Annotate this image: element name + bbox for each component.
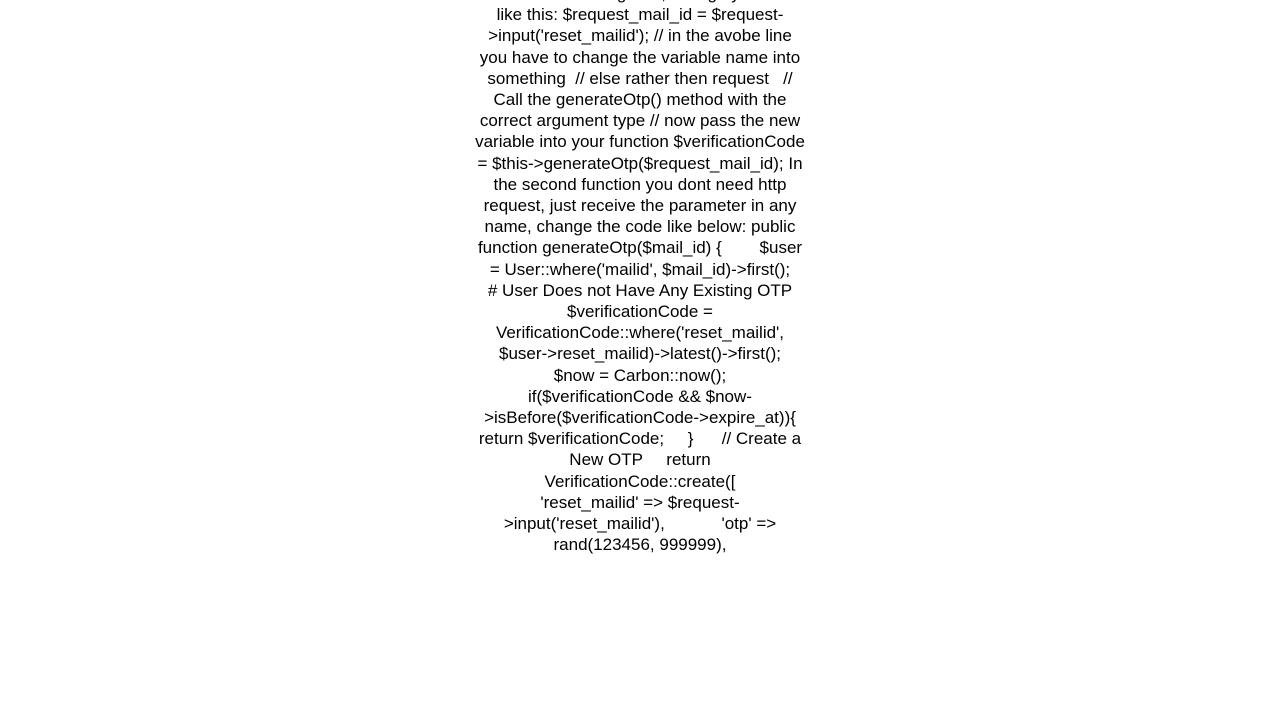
answer-body-text: variable has a string now, change your c… <box>474 0 806 555</box>
page-root: variable has a string now, change your c… <box>0 0 1280 720</box>
